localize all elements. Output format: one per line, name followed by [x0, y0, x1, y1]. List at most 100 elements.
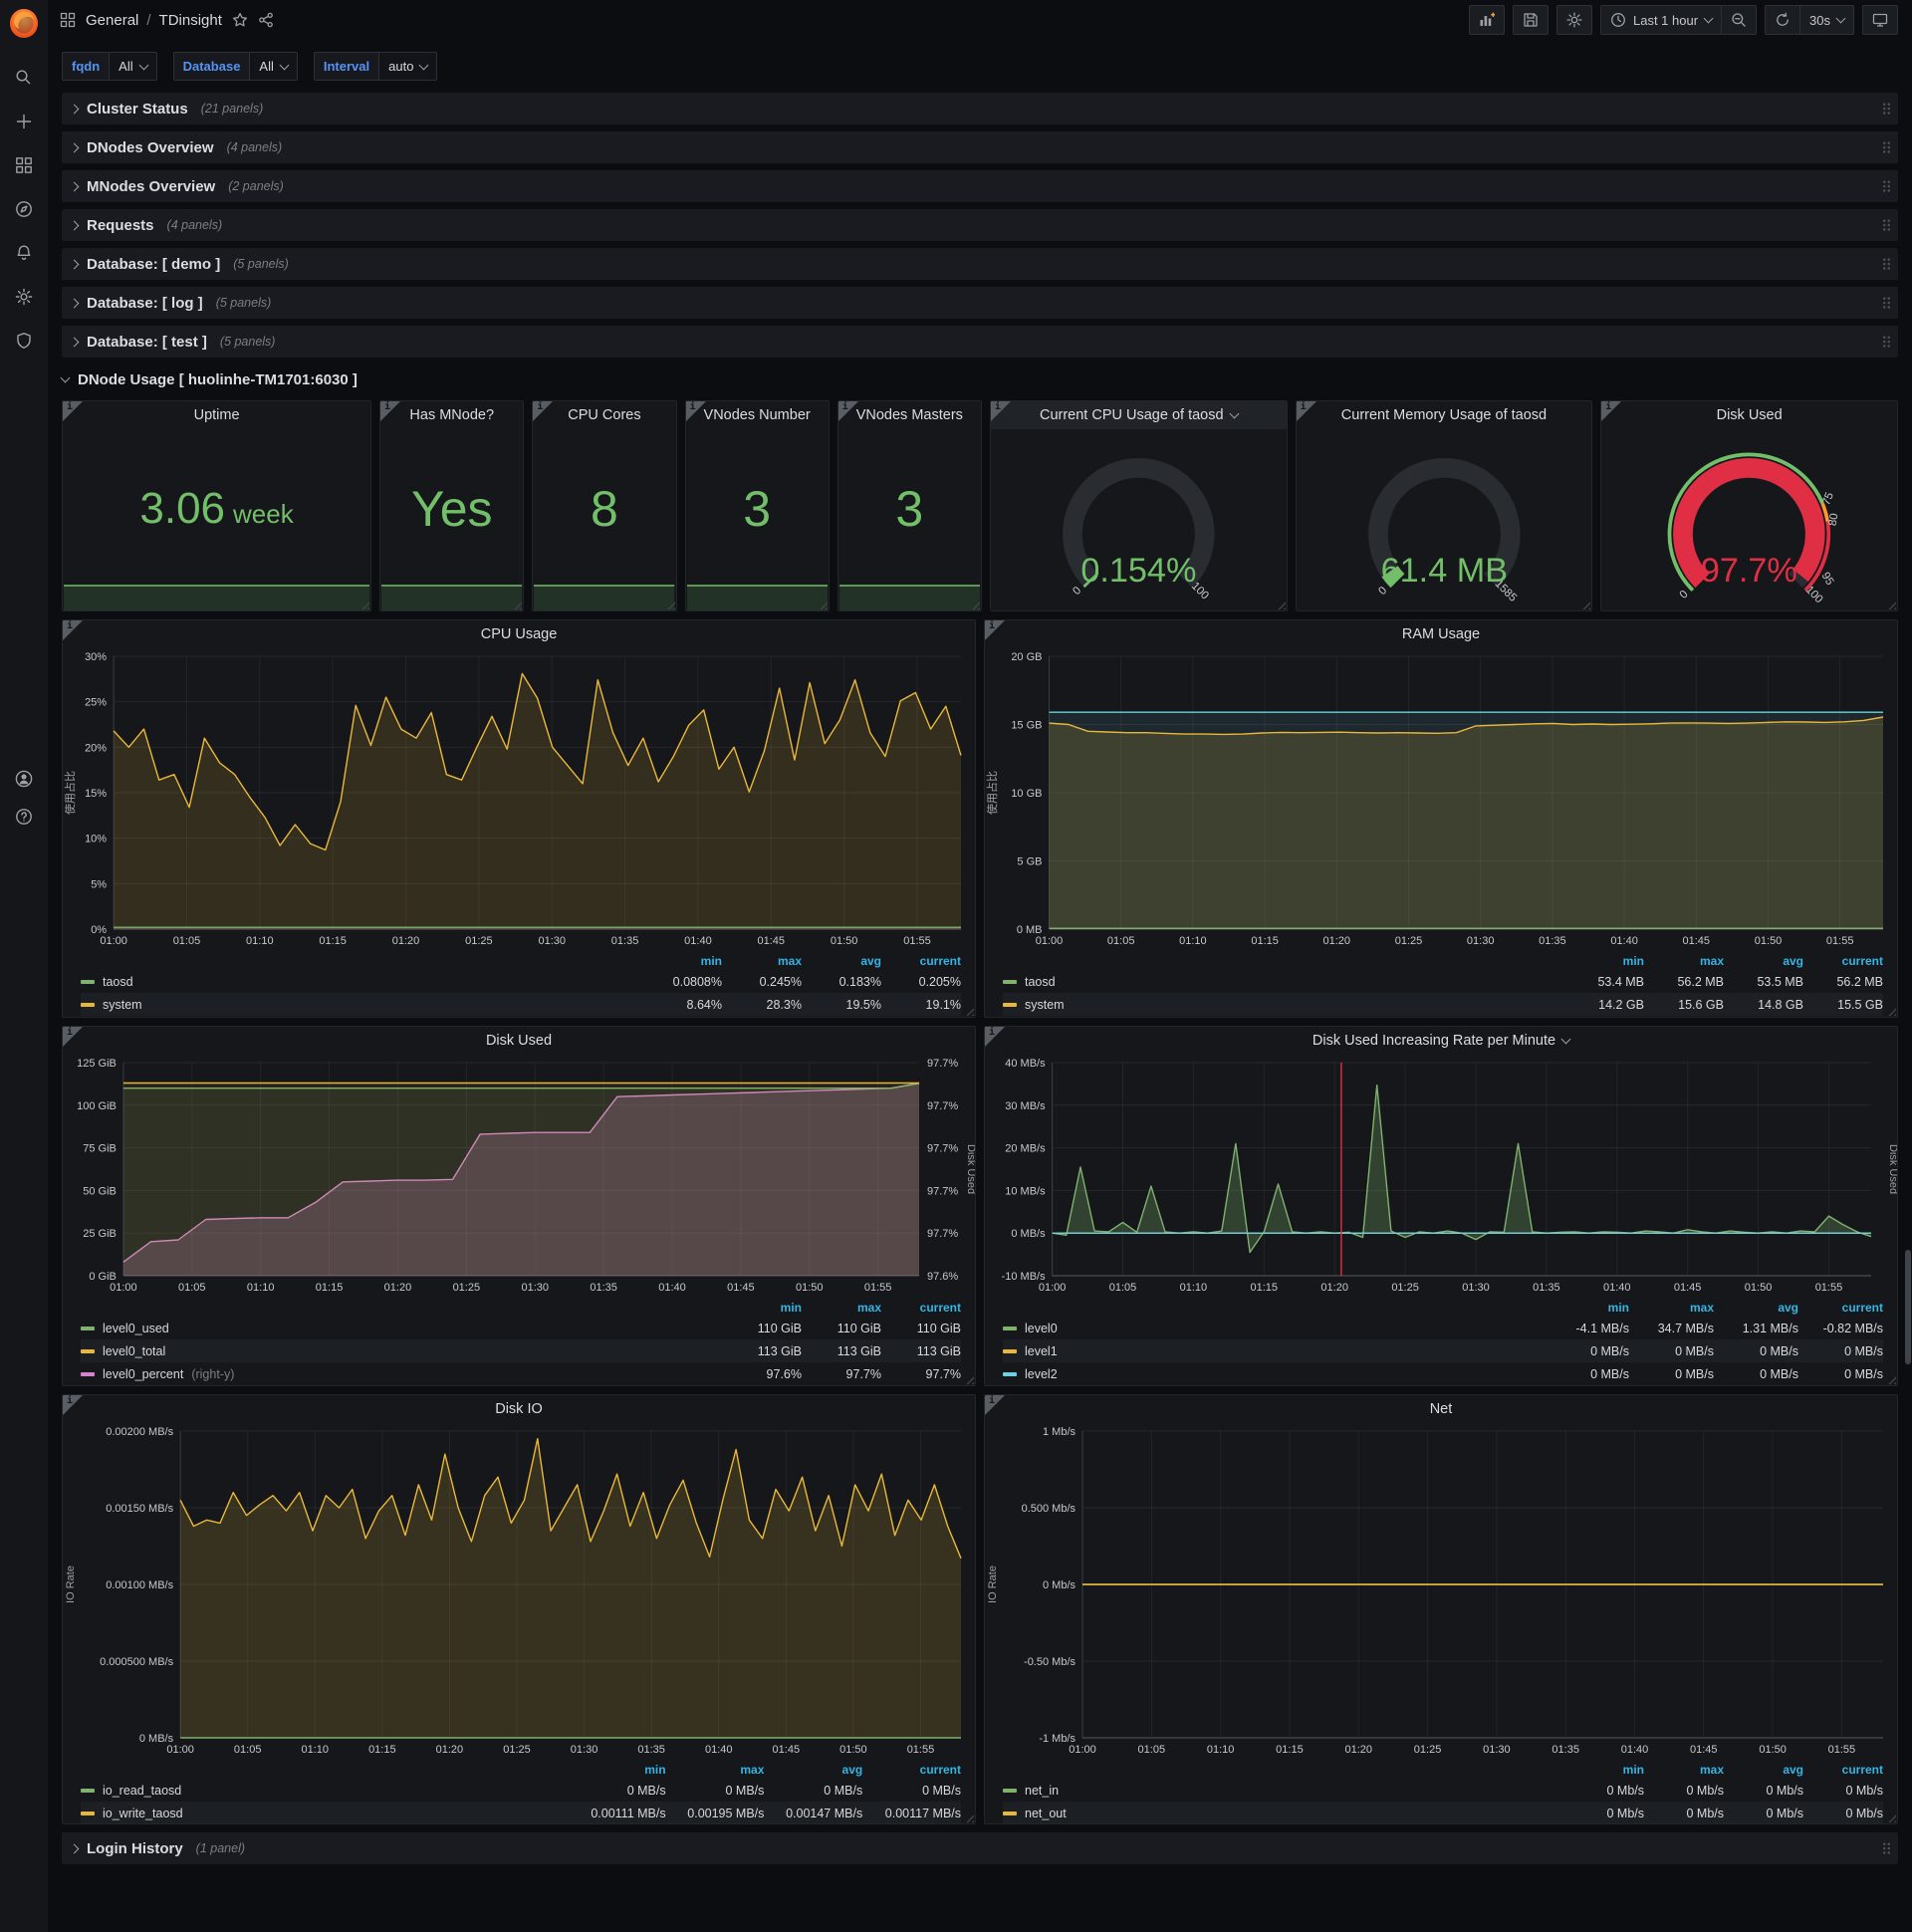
panel-title[interactable]: Current Memory Usage of taosd: [1297, 401, 1592, 429]
panel-title[interactable]: Disk Used Increasing Rate per Minute: [985, 1027, 1897, 1055]
legend-column-header[interactable]: min: [1545, 1299, 1629, 1317]
panel-title[interactable]: Uptime: [63, 401, 370, 429]
save-dashboard-button[interactable]: [1512, 5, 1549, 35]
legend-column-header[interactable]: current: [881, 1299, 961, 1317]
row-dnode-usage[interactable]: DNode Usage [ huolinhe-TM1701:6030 ]: [60, 364, 1898, 394]
legend-column-header[interactable]: min: [722, 1299, 802, 1317]
row-drag-handle-icon[interactable]: [1882, 257, 1891, 271]
variable-value-select[interactable]: All: [110, 52, 157, 81]
panel-menu-chevron-icon[interactable]: [1560, 1034, 1571, 1045]
refresh-button[interactable]: [1765, 5, 1801, 35]
star-icon[interactable]: [232, 12, 248, 28]
time-range-picker[interactable]: Last 1 hour: [1599, 5, 1723, 35]
alerting-icon[interactable]: [15, 244, 33, 262]
legend-series-name[interactable]: level0_percent (right-y): [81, 1362, 722, 1385]
plus-icon[interactable]: [15, 113, 33, 130]
scrollbar-thumb[interactable]: [1905, 1250, 1911, 1364]
variable-value-select[interactable]: All: [250, 52, 298, 81]
legend-column-header[interactable]: min: [1564, 952, 1644, 970]
row-database-test-[interactable]: Database: [ test ] (5 panels): [62, 326, 1898, 358]
explore-icon[interactable]: [15, 200, 33, 218]
legend-series-name[interactable]: taosd: [81, 970, 642, 993]
refresh-interval-select[interactable]: 30s: [1800, 5, 1854, 35]
legend-column-header[interactable]: current: [1803, 952, 1883, 970]
variable-fqdn[interactable]: fqdn All: [62, 52, 157, 81]
search-icon[interactable]: [15, 69, 33, 87]
legend-column-header[interactable]: current: [1798, 1299, 1883, 1317]
legend-column-header[interactable]: current: [862, 1761, 961, 1779]
legend-series-name[interactable]: io_write_taosd: [81, 1802, 568, 1823]
legend-column-header[interactable]: avg: [1724, 1761, 1803, 1779]
share-icon[interactable]: [258, 12, 274, 28]
panel-title[interactable]: CPU Usage: [63, 620, 975, 648]
variable-Database[interactable]: Database All: [172, 52, 298, 81]
grafana-logo-icon[interactable]: [7, 7, 41, 41]
row-cluster-status[interactable]: Cluster Status (21 panels): [62, 93, 1898, 124]
row-drag-handle-icon[interactable]: [1882, 335, 1891, 349]
panel-title[interactable]: CPU Cores: [533, 401, 675, 429]
variable-value-select[interactable]: auto: [379, 52, 438, 81]
legend-column-header[interactable]: min: [568, 1761, 665, 1779]
legend-column-header[interactable]: min: [642, 952, 722, 970]
legend-series-name[interactable]: net_in: [1003, 1779, 1564, 1802]
row-drag-handle-icon[interactable]: [1882, 1841, 1891, 1855]
legend-series-name[interactable]: net_out: [1003, 1802, 1564, 1823]
row-login-history[interactable]: Login History (1 panel): [62, 1832, 1898, 1864]
row-drag-handle-icon[interactable]: [1882, 179, 1891, 193]
row-drag-handle-icon[interactable]: [1882, 218, 1891, 232]
variable-Interval[interactable]: Interval auto: [313, 52, 438, 81]
row-requests[interactable]: Requests (4 panels): [62, 209, 1898, 241]
legend-series-name[interactable]: io_read_taosd: [81, 1779, 568, 1802]
breadcrumb-section[interactable]: General: [86, 12, 138, 29]
row-database-log-[interactable]: Database: [ log ] (5 panels): [62, 287, 1898, 319]
settings-icon[interactable]: [15, 288, 33, 306]
help-icon[interactable]: [15, 808, 33, 826]
row-dnodes-overview[interactable]: DNodes Overview (4 panels): [62, 131, 1898, 163]
panel-title[interactable]: RAM Usage: [985, 620, 1897, 648]
legend-column-header[interactable]: avg: [1724, 952, 1803, 970]
legend-series-name[interactable]: system: [81, 993, 642, 1016]
legend-series-name[interactable]: level0: [1003, 1317, 1545, 1339]
legend-column-header[interactable]: current: [881, 952, 961, 970]
legend-series-name[interactable]: system: [1003, 993, 1564, 1016]
panel-title[interactable]: VNodes Masters: [838, 401, 981, 429]
legend-column-header[interactable]: max: [802, 1299, 881, 1317]
variable-label[interactable]: Interval: [313, 52, 380, 81]
cycle-view-mode-button[interactable]: [1862, 5, 1898, 35]
legend-column-header[interactable]: current: [1803, 1761, 1883, 1779]
legend-column-header[interactable]: max: [666, 1761, 764, 1779]
legend-series-name[interactable]: total: [1003, 1016, 1564, 1017]
legend-series-name[interactable]: level1: [1003, 1339, 1545, 1362]
legend-column-header[interactable]: avg: [1714, 1299, 1798, 1317]
legend-column-header[interactable]: max: [1644, 1761, 1724, 1779]
breadcrumb-title[interactable]: TDinsight: [159, 12, 222, 29]
legend-column-header[interactable]: max: [722, 952, 802, 970]
legend-column-header[interactable]: max: [1629, 1299, 1714, 1317]
variable-label[interactable]: fqdn: [62, 52, 111, 81]
legend-column-header[interactable]: max: [1644, 952, 1724, 970]
panel-title[interactable]: Disk IO: [63, 1395, 975, 1423]
panel-title[interactable]: Current CPU Usage of taosd: [990, 401, 1287, 429]
legend-series-name[interactable]: level2: [1003, 1362, 1545, 1385]
row-drag-handle-icon[interactable]: [1882, 102, 1891, 116]
row-database-demo-[interactable]: Database: [ demo ] (5 panels): [62, 248, 1898, 280]
panel-title[interactable]: Has MNode?: [380, 401, 523, 429]
dashboards-icon[interactable]: [15, 156, 33, 174]
panel-title[interactable]: Disk Used: [1601, 401, 1897, 429]
legend-series-name[interactable]: level0_total: [81, 1339, 722, 1362]
legend-series-name[interactable]: level0_used: [81, 1317, 722, 1339]
panel-menu-chevron-icon[interactable]: [1229, 408, 1239, 419]
row-mnodes-overview[interactable]: MNodes Overview (2 panels): [62, 170, 1898, 202]
breadcrumb[interactable]: General / TDinsight: [86, 12, 222, 29]
panel-title[interactable]: VNodes Number: [686, 401, 829, 429]
avatar-icon[interactable]: [15, 770, 33, 788]
panel-title[interactable]: Disk Used: [63, 1027, 975, 1055]
dashboard-settings-button[interactable]: [1555, 5, 1592, 35]
legend-column-header[interactable]: min: [1564, 1761, 1644, 1779]
legend-column-header[interactable]: avg: [802, 952, 881, 970]
legend-series-name[interactable]: taosd: [1003, 970, 1564, 993]
row-drag-handle-icon[interactable]: [1882, 140, 1891, 154]
legend-column-header[interactable]: avg: [764, 1761, 863, 1779]
shield-icon[interactable]: [15, 332, 33, 350]
panel-title[interactable]: Net: [985, 1395, 1897, 1423]
